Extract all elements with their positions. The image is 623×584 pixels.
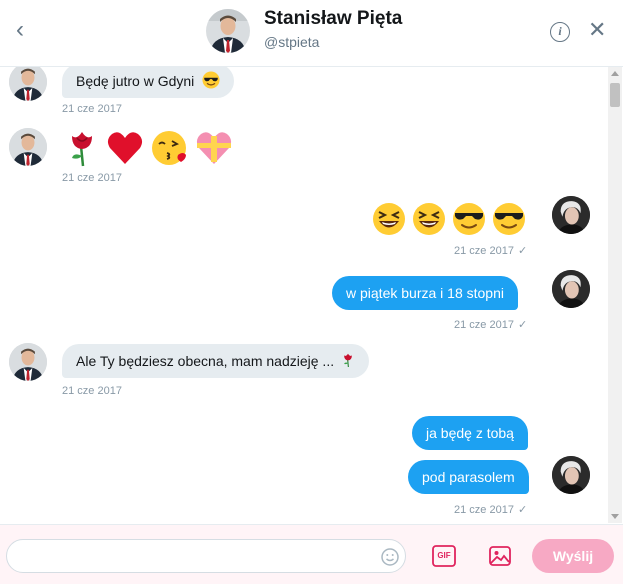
info-icon[interactable]: i <box>550 22 570 42</box>
timestamp: 21 cze 2017 ✓ <box>454 504 528 516</box>
rose-icon <box>72 132 92 167</box>
avatar[interactable] <box>552 270 590 308</box>
message-composer: GIF Wyślij <box>0 524 623 584</box>
cool-sunglasses-emoji-icon <box>202 71 220 89</box>
read-check-icon: ✓ <box>517 245 528 257</box>
timestamp: 21 cze 2017 <box>62 172 122 184</box>
woman-avatar-icon <box>552 196 590 234</box>
timestamp: 21 cze 2017 ✓ <box>454 319 528 331</box>
avatar[interactable] <box>206 9 250 53</box>
red-heart-icon <box>107 132 143 164</box>
woman-avatar-icon <box>552 270 590 308</box>
man-avatar-icon <box>206 9 250 53</box>
kissing-face-icon <box>152 131 186 165</box>
avatar[interactable] <box>552 196 590 234</box>
laughing-face-icon <box>373 203 405 235</box>
gif-button[interactable]: GIF <box>432 545 456 567</box>
conversation-header: ‹ Stanisław Pięta @stpieta i ✕ <box>0 0 623 67</box>
image-icon[interactable] <box>488 544 512 568</box>
message-bubble-outgoing[interactable]: w piątek burza i 18 stopni <box>332 276 518 310</box>
read-check-icon: ✓ <box>517 319 528 331</box>
close-icon[interactable]: ✕ <box>588 17 606 43</box>
message-bubble-outgoing[interactable]: pod parasolem <box>408 460 529 494</box>
cool-sunglasses-icon <box>453 203 485 235</box>
scrollbar-thumb[interactable] <box>610 83 620 107</box>
timestamp: 21 cze 2017 <box>62 385 122 397</box>
scrollbar[interactable] <box>608 67 622 523</box>
message-bubble-outgoing[interactable]: ja będę z tobą <box>412 416 528 450</box>
woman-avatar-icon <box>552 456 590 494</box>
man-avatar-icon <box>9 343 47 381</box>
read-check-icon: ✓ <box>517 504 528 516</box>
message-input[interactable] <box>6 539 406 573</box>
man-avatar-icon <box>9 128 47 166</box>
timestamp: 21 cze 2017 <box>62 103 122 115</box>
message-text: Ale Ty będziesz obecna, mam nadzieję ... <box>76 353 335 369</box>
rose-icon <box>344 353 352 368</box>
avatar[interactable] <box>552 456 590 494</box>
contact-name[interactable]: Stanisław Pięta <box>264 8 402 30</box>
laughing-face-icon <box>413 203 445 235</box>
emoji-message-outgoing[interactable] <box>372 199 532 239</box>
message-list[interactable]: Będę jutro w Gdyni 21 cze 2017 21 cze 20… <box>0 67 608 523</box>
scroll-down-arrow-icon[interactable] <box>611 514 619 519</box>
contact-handle: @stpieta <box>264 34 320 50</box>
gif-label: GIF <box>437 551 451 560</box>
timestamp: 21 cze 2017 ✓ <box>454 245 528 257</box>
message-bubble-incoming[interactable]: Będę jutro w Gdyni <box>62 67 235 98</box>
heart-with-ribbon-icon <box>196 132 232 164</box>
message-text: Będę jutro w Gdyni <box>76 73 195 89</box>
avatar[interactable] <box>9 67 47 101</box>
avatar[interactable] <box>9 128 47 166</box>
cool-sunglasses-icon <box>493 203 525 235</box>
man-avatar-icon <box>9 67 47 101</box>
scroll-up-arrow-icon[interactable] <box>611 71 619 76</box>
avatar[interactable] <box>9 343 47 381</box>
emoji-message-incoming[interactable] <box>64 128 240 168</box>
send-button[interactable]: Wyślij <box>532 539 614 573</box>
chevron-left-icon[interactable]: ‹ <box>8 16 32 44</box>
message-bubble-incoming[interactable]: Ale Ty będziesz obecna, mam nadzieję ... <box>62 344 369 378</box>
smiley-icon[interactable] <box>381 548 399 566</box>
